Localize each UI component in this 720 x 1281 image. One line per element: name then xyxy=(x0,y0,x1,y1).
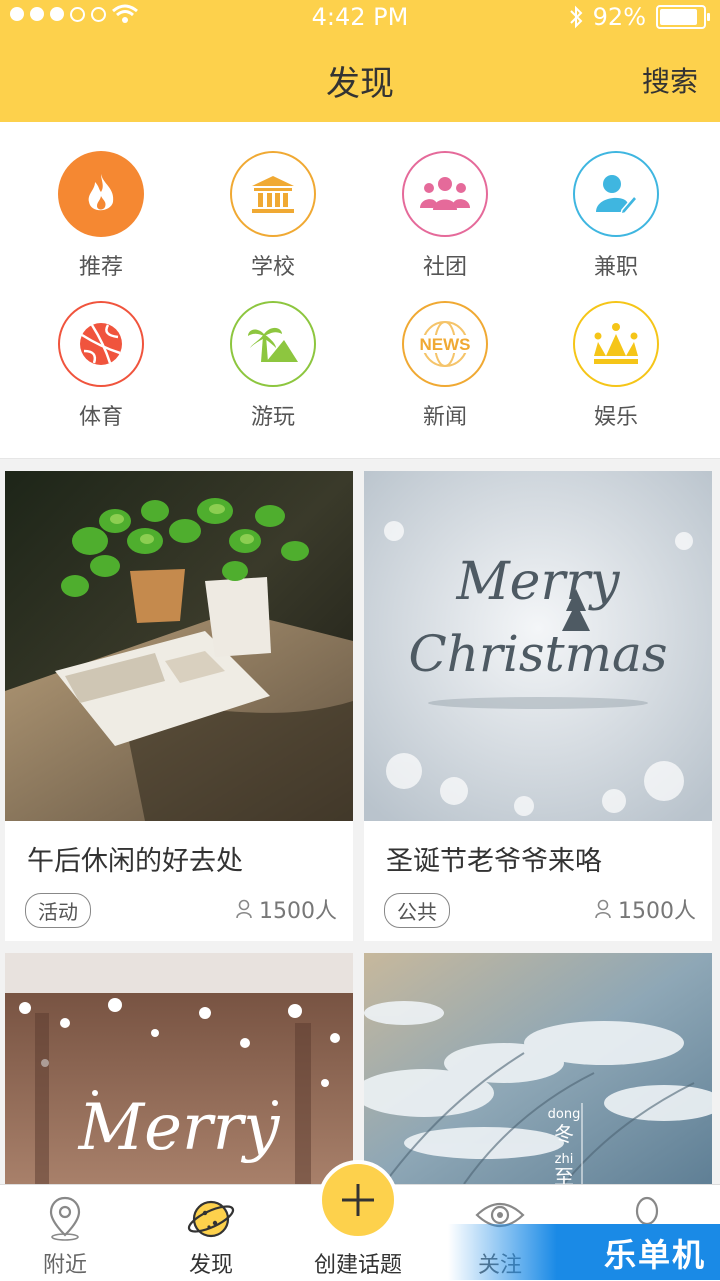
category-sports[interactable]: 体育 xyxy=(31,301,171,431)
image-text-dong-char: 冬 xyxy=(554,1122,574,1146)
club-people-icon xyxy=(402,151,488,237)
crown-icon xyxy=(573,301,659,387)
topic-card[interactable]: dong 冬 zhi 至 xyxy=(364,953,712,1184)
status-bar: 4:42 PM 92% xyxy=(0,0,720,36)
image-text-zhi-char: 至 xyxy=(554,1165,574,1184)
card-title: 午后休闲的好去处 xyxy=(27,846,243,877)
category-label: 游玩 xyxy=(250,405,295,430)
planet-icon xyxy=(187,1200,235,1238)
topic-card[interactable]: 午后休闲的好去处 活动 1500人 xyxy=(5,471,353,941)
news-globe-icon: NEWS xyxy=(402,301,488,387)
page-title: 发现 xyxy=(326,64,394,104)
bluetooth-icon xyxy=(569,5,583,29)
image-text-dong: dong xyxy=(548,1107,581,1122)
topic-card[interactable]: Merry Christmas 圣诞节老爷爷来咯 公共 1500人 xyxy=(364,471,712,941)
fire-icon xyxy=(58,151,144,237)
tab-nearby[interactable]: 附近 xyxy=(10,1185,120,1281)
category-label: 体育 xyxy=(78,405,123,430)
tab-label: 发现 xyxy=(188,1253,233,1278)
basketball-icon xyxy=(58,301,144,387)
header: 4:42 PM 92% 发现 搜索 xyxy=(0,0,720,122)
participant-count: 1500人 xyxy=(594,893,696,925)
category-label: 社团 xyxy=(422,255,467,280)
card-tag: 活动 xyxy=(25,893,91,928)
tab-label: 创建话题 xyxy=(313,1253,402,1278)
category-label: 娱乐 xyxy=(593,405,638,430)
watermark-text: 乐单机 xyxy=(603,1236,706,1274)
category-label: 新闻 xyxy=(422,405,467,430)
merry-text: Merry xyxy=(78,1091,281,1165)
battery-icon xyxy=(656,5,710,29)
category-label: 推荐 xyxy=(78,255,123,280)
person-icon xyxy=(236,899,252,919)
create-topic-button[interactable] xyxy=(318,1160,398,1240)
category-school[interactable]: 学校 xyxy=(203,151,343,281)
location-pin-icon xyxy=(49,1196,81,1241)
card-title: 圣诞节老爷爷来咯 xyxy=(386,846,602,877)
card-tag: 公共 xyxy=(384,893,450,928)
search-button[interactable]: 搜索 xyxy=(642,60,698,100)
palm-tree-icon xyxy=(230,301,316,387)
svg-text:NEWS: NEWS xyxy=(420,335,471,354)
battery-percent: 92% xyxy=(592,3,646,31)
christmas-text-merry: Merry xyxy=(455,552,620,612)
school-building-icon xyxy=(230,151,316,237)
count-text: 1500人 xyxy=(259,899,337,924)
category-part-time[interactable]: 兼职 xyxy=(546,151,686,281)
battery-fill xyxy=(660,9,697,25)
category-grid: 推荐 学校 社团 兼职 体育 游玩 NEWS 新闻 娱乐 xyxy=(0,122,720,459)
person-icon xyxy=(595,899,611,919)
christmas-text-christmas: Christmas xyxy=(409,625,668,683)
watermark-logo: 乐单机 xyxy=(448,1224,720,1280)
category-club[interactable]: 社团 xyxy=(375,151,515,281)
participant-count: 1500人 xyxy=(235,893,337,925)
plus-icon xyxy=(342,1184,374,1216)
count-text: 1500人 xyxy=(618,899,696,924)
category-entertainment[interactable]: 娱乐 xyxy=(546,301,686,431)
part-time-job-icon xyxy=(573,151,659,237)
card-image-plants xyxy=(5,471,353,821)
tab-label: 附近 xyxy=(42,1253,87,1278)
category-play[interactable]: 游玩 xyxy=(203,301,343,431)
category-label: 兼职 xyxy=(593,255,638,280)
tab-discover[interactable]: 发现 xyxy=(156,1185,266,1281)
category-recommend[interactable]: 推荐 xyxy=(31,151,171,281)
topic-card[interactable]: Merry xyxy=(5,953,353,1184)
category-label: 学校 xyxy=(250,255,295,280)
card-image-christmas: Merry Christmas xyxy=(364,471,712,821)
card-image-snow-merry: Merry xyxy=(5,953,353,1184)
card-image-frost: dong 冬 zhi 至 xyxy=(364,953,712,1184)
category-news[interactable]: NEWS 新闻 xyxy=(375,301,515,431)
